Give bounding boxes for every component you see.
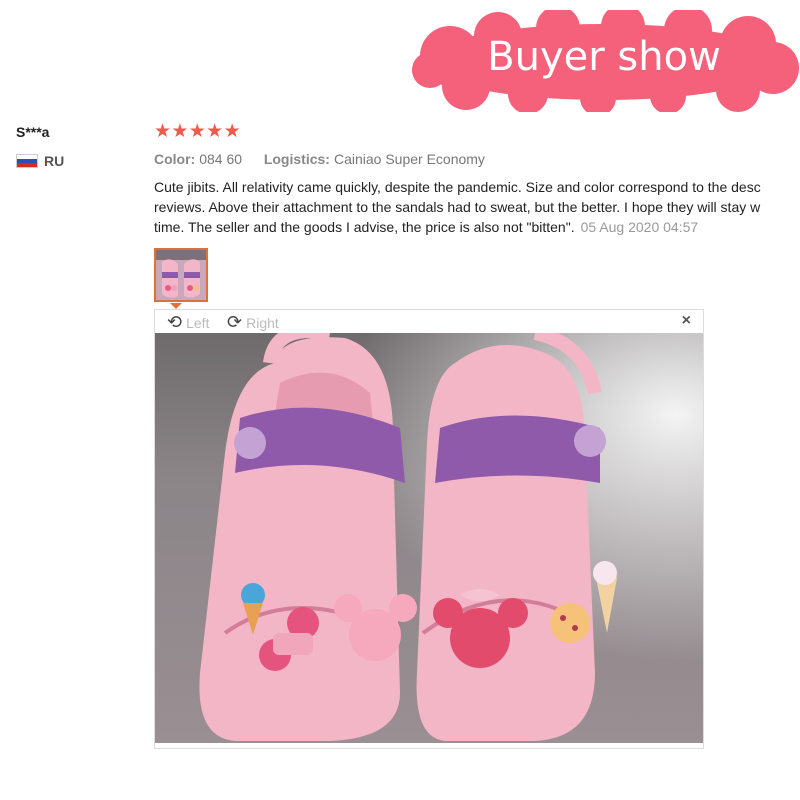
star-icon: ★: [223, 121, 241, 142]
star-icon: ★: [206, 121, 224, 142]
russia-flag-icon: [16, 154, 38, 168]
country-code: RU: [44, 153, 65, 169]
logistics-label: Logistics:: [263, 151, 330, 167]
color-value: 084 60: [199, 151, 243, 167]
logistics-value: Cainiao Super Economy: [333, 151, 485, 167]
star-rating: ★ ★ ★ ★ ★: [154, 121, 241, 143]
review-photo: [155, 333, 703, 743]
color-label: Color:: [154, 151, 196, 167]
star-icon: ★: [171, 121, 189, 142]
viewer-toolbar: ⟲ Left ⟳ Right ×: [155, 310, 703, 334]
photo-viewer: ⟲ Left ⟳ Right ×: [154, 309, 704, 749]
buyer-show-banner: Buyer show: [408, 10, 800, 112]
banner-title: Buyer show: [487, 34, 721, 80]
review-text-line: reviews. Above their attachment to the s…: [154, 199, 761, 215]
rotate-left-label: Left: [186, 314, 210, 331]
rotate-left-button[interactable]: ⟲ Left: [167, 312, 209, 333]
review-meta: Color: 084 60 Logistics: Cainiao Super Eco…: [154, 151, 485, 167]
rotate-right-button[interactable]: ⟳ Right: [227, 312, 279, 333]
rotate-right-label: Right: [246, 314, 279, 331]
close-icon[interactable]: ×: [682, 312, 691, 330]
review-photo-thumbnail[interactable]: [154, 248, 208, 302]
review-body: Cute jibits. All relativity came quickly…: [154, 177, 800, 237]
reviewer-country: RU: [16, 153, 64, 169]
star-icon: ★: [188, 121, 206, 142]
reviewer-name: S***a: [16, 124, 50, 140]
rotate-right-icon: ⟳: [227, 312, 243, 332]
sandals-photo: [155, 333, 703, 743]
rotate-left-icon: ⟲: [167, 312, 183, 332]
star-icon: ★: [154, 121, 172, 142]
review-text-line: Cute jibits. All relativity came quickly…: [154, 179, 761, 195]
review-text-line: time. The seller and the goods I advise,…: [154, 219, 575, 235]
review-date: 05 Aug 2020 04:57: [580, 219, 699, 235]
